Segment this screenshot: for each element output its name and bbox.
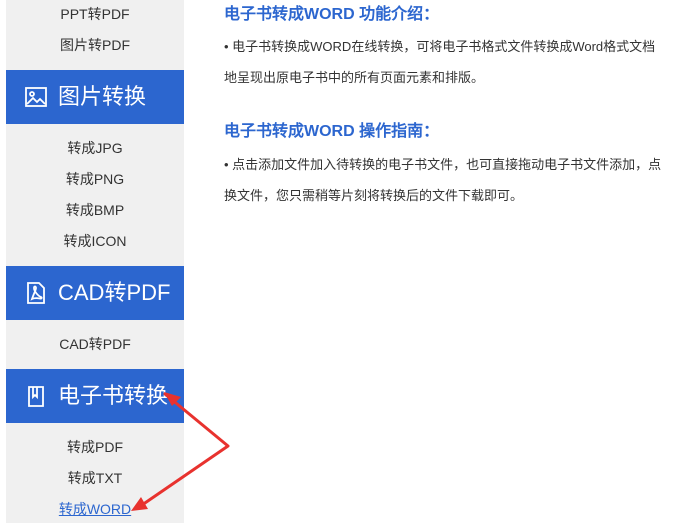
main-content: 电子书转成WORD 功能介绍： • 电子书转换成WORD在线转换，可将电子书格式… <box>224 0 688 523</box>
sidebar-link-ppt-to-pdf[interactable]: PPT转PDF <box>6 4 184 24</box>
category-header-ebook-convert[interactable]: 电子书转换 <box>6 369 184 423</box>
category-title: 电子书转换 <box>58 383 169 408</box>
sidebar-link-ebook-to-pdf[interactable]: 转成PDF <box>6 437 184 457</box>
category-header-image-convert[interactable]: 图片转换 <box>6 70 184 124</box>
category-header-cad-pdf[interactable]: CAD转PDF <box>6 266 184 320</box>
image-icon <box>24 85 48 109</box>
category-title: 图片转换 <box>58 84 147 109</box>
sidebar: PPT转PDF 图片转PDF 图片转换 转成JPG 转成PNG 转成BMP 转成… <box>6 0 184 523</box>
sidebar-link-to-bmp[interactable]: 转成BMP <box>6 200 184 220</box>
sidebar-link-ebook-to-txt[interactable]: 转成TXT <box>6 468 184 488</box>
intro-line: 地呈现出原电子书中的所有页面元素和排版。 <box>224 70 485 85</box>
sidebar-link-to-icon[interactable]: 转成ICON <box>6 231 184 251</box>
guide-line: • 点击添加文件加入待转换的电子书文件，也可直接拖动电子书文件添加，点 <box>224 157 662 172</box>
guide-heading: 电子书转成WORD 操作指南： <box>224 123 440 140</box>
guide-line: 换文件，您只需稍等片刻将转换后的文件下载即可。 <box>224 188 524 203</box>
sidebar-link-to-jpg[interactable]: 转成JPG <box>6 138 184 158</box>
sidebar-link-to-png[interactable]: 转成PNG <box>6 169 184 189</box>
intro-line: • 电子书转换成WORD在线转换，可将电子书格式文件转换成Word格式文档 <box>224 39 656 54</box>
sidebar-link-ebook-to-word[interactable]: 转成WORD <box>6 499 184 519</box>
sidebar-link-cad-to-pdf[interactable]: CAD转PDF <box>6 334 184 354</box>
pdf-icon <box>24 281 48 305</box>
book-icon <box>24 384 48 408</box>
sidebar-link-image-to-pdf[interactable]: 图片转PDF <box>6 35 184 55</box>
intro-heading: 电子书转成WORD 功能介绍： <box>224 6 440 23</box>
category-title: CAD转PDF <box>58 280 171 305</box>
